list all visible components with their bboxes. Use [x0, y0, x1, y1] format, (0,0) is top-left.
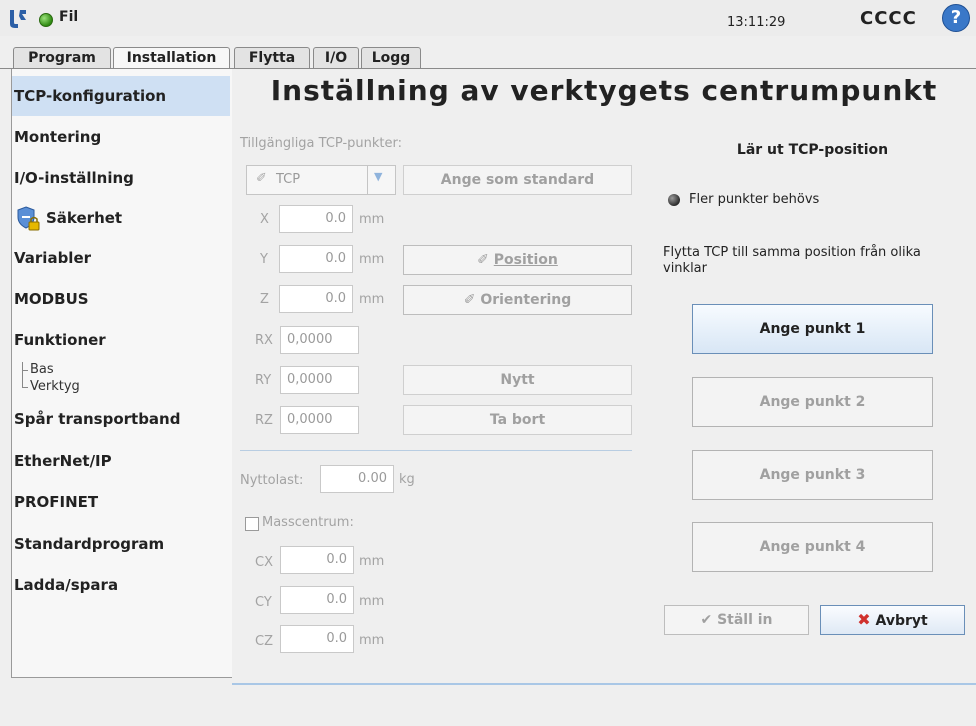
- payload-field[interactable]: 0.00: [320, 465, 394, 493]
- set-point-1-button[interactable]: Ange punkt 1: [692, 304, 933, 354]
- tab-installation[interactable]: Installation: [113, 47, 230, 69]
- coord-label-rx: RX: [255, 333, 273, 348]
- cancel-button-label: Avbryt: [875, 613, 928, 629]
- set-default-button[interactable]: Ange som standard: [403, 165, 632, 195]
- cog-cy-field[interactable]: 0.0: [280, 586, 354, 614]
- sidebar-item-io-setup[interactable]: I/O-inställning: [12, 158, 230, 198]
- set-point-2-button[interactable]: Ange punkt 2: [692, 377, 933, 427]
- bottom-border: [232, 683, 976, 685]
- cancel-button[interactable]: ✖ Avbryt: [820, 605, 965, 635]
- robot-name: CCCC: [860, 8, 917, 29]
- help-icon[interactable]: ?: [942, 4, 970, 32]
- coord-unit-z: mm: [359, 292, 385, 307]
- wrench-icon: ✐: [256, 171, 267, 186]
- set-point-3-button[interactable]: Ange punkt 3: [692, 450, 933, 500]
- shield-lock-icon: [17, 206, 40, 231]
- sidebar-subitem-tool[interactable]: Verktyg: [30, 379, 80, 394]
- close-icon: ✖: [857, 610, 871, 629]
- wrench-icon: ✐: [477, 252, 489, 268]
- new-tcp-button[interactable]: Nytt: [403, 365, 632, 395]
- sidebar-item-features[interactable]: Funktioner: [12, 320, 230, 360]
- wrench-icon: ✐: [463, 292, 476, 308]
- clock: 13:11:29: [727, 15, 786, 30]
- cog-cx-field[interactable]: 0.0: [280, 546, 354, 574]
- tree-branch: [23, 387, 28, 388]
- coord-label-x: X: [260, 212, 269, 227]
- teach-heading: Lär ut TCP-position: [736, 142, 889, 158]
- available-tcp-label: Tillgängliga TCP-punkter:: [240, 136, 403, 151]
- cog-label: Masscentrum:: [262, 515, 354, 530]
- page-title: Inställning av verktygets centrumpunkt: [270, 74, 938, 107]
- cog-unit-cy: mm: [359, 594, 385, 609]
- tcp-dropdown-value: TCP: [276, 172, 301, 187]
- cog-checkbox[interactable]: [245, 517, 259, 531]
- teach-status: Fler punkter behövs: [689, 192, 820, 207]
- top-bar: [0, 0, 976, 36]
- coord-unit-y: mm: [359, 252, 385, 267]
- sidebar-item-load-save[interactable]: Ladda/spara: [12, 565, 230, 605]
- coord-y-field[interactable]: 0.0: [279, 245, 353, 273]
- set-button-label: Ställ in: [717, 612, 773, 628]
- cog-unit-cz: mm: [359, 633, 385, 648]
- coord-unit-x: mm: [359, 212, 385, 227]
- coord-label-ry: RY: [255, 373, 272, 388]
- coord-z-field[interactable]: 0.0: [279, 285, 353, 313]
- position-button-label: Position: [493, 252, 558, 268]
- coord-label-z: Z: [260, 292, 269, 307]
- delete-tcp-button[interactable]: Ta bort: [403, 405, 632, 435]
- ur-logo-icon: [10, 10, 26, 28]
- payload-unit: kg: [399, 472, 415, 487]
- coord-label-y: Y: [260, 252, 268, 267]
- chevron-down-icon[interactable]: ▼: [374, 170, 382, 183]
- sidebar-item-ethernetip[interactable]: EtherNet/IP: [12, 441, 230, 481]
- status-indicator-icon: [39, 13, 53, 27]
- separator: [240, 450, 632, 451]
- position-button[interactable]: ✐ Position: [403, 245, 632, 275]
- orientation-button[interactable]: ✐ Orientering: [403, 285, 632, 315]
- cog-cz-field[interactable]: 0.0: [280, 625, 354, 653]
- dropdown-divider: [367, 166, 368, 194]
- tab-io[interactable]: I/O: [313, 47, 359, 68]
- coord-rz-field[interactable]: 0,0000: [280, 406, 359, 434]
- sidebar-item-modbus[interactable]: MODBUS: [12, 279, 230, 319]
- status-dot-icon: [668, 194, 680, 206]
- set-point-4-button[interactable]: Ange punkt 4: [692, 522, 933, 572]
- coord-ry-field[interactable]: 0,0000: [280, 366, 359, 394]
- cog-unit-cx: mm: [359, 554, 385, 569]
- sidebar-subitem-base[interactable]: Bas: [30, 362, 54, 377]
- tab-program[interactable]: Program: [13, 47, 111, 68]
- tab-flytta[interactable]: Flytta: [234, 47, 310, 68]
- tab-logg[interactable]: Logg: [361, 47, 421, 68]
- sidebar-item-conveyor[interactable]: Spår transportband: [12, 399, 230, 439]
- payload-label: Nyttolast:: [240, 473, 304, 488]
- orientation-button-label: Orientering: [480, 292, 572, 308]
- sidebar-item-tcp[interactable]: TCP-konfiguration: [12, 76, 230, 116]
- sidebar-item-default-program[interactable]: Standardprogram: [12, 524, 230, 564]
- set-button[interactable]: ✔ Ställ in: [664, 605, 809, 635]
- teach-instruction: Flytta TCP till samma position från olik…: [663, 245, 921, 276]
- sidebar-item-profinet[interactable]: PROFINET: [12, 482, 230, 522]
- sidebar-item-safety[interactable]: Säkerhet: [44, 198, 230, 238]
- cog-label-cz: CZ: [255, 634, 273, 649]
- tree-branch: [23, 370, 28, 371]
- coord-x-field[interactable]: 0.0: [279, 205, 353, 233]
- file-menu[interactable]: Fil: [59, 9, 78, 25]
- sidebar-item-mounting[interactable]: Montering: [12, 117, 230, 157]
- coord-label-rz: RZ: [255, 413, 273, 428]
- tree-line: [22, 362, 24, 388]
- sidebar-item-variables[interactable]: Variabler: [12, 238, 230, 278]
- coord-rx-field[interactable]: 0,0000: [280, 326, 359, 354]
- cog-label-cx: CX: [255, 555, 273, 570]
- check-icon: ✔: [700, 612, 713, 628]
- cog-label-cy: CY: [255, 595, 272, 610]
